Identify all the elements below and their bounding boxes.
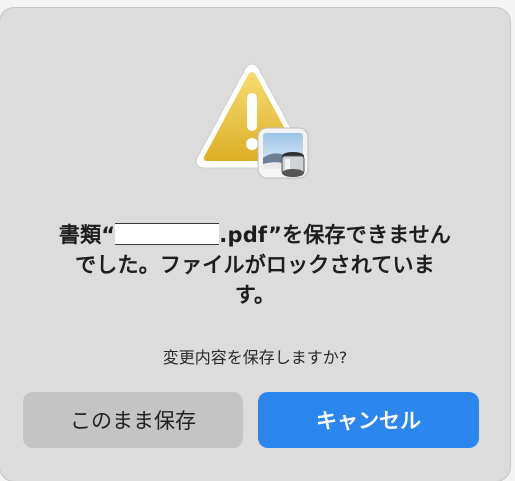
save-anyway-button[interactable]: このまま保存 (23, 392, 243, 448)
warning-icon-group (190, 58, 314, 182)
redacted-filename (115, 223, 220, 245)
alert-message-line-2: でした。ファイルがロックされていま (75, 253, 435, 277)
alert-message: 書類“ .pdf”を保存できません でした。ファイルがロックされていま す。 (28, 220, 482, 310)
informative-text: 変更内容を保存しますか? (162, 348, 348, 367)
save-anyway-label: このまま保存 (70, 409, 196, 433)
cancel-button[interactable]: キャンセル (258, 392, 479, 448)
message-prefix: 書類“ (58, 223, 116, 247)
alert-message-line-1: 書類“ .pdf”を保存できません (28, 220, 482, 250)
cancel-label: キャンセル (316, 409, 421, 433)
message-suffix: .pdf”を保存できません (219, 223, 452, 247)
preview-app-icon (257, 127, 309, 179)
alert-message-line-3: す。 (234, 283, 276, 307)
